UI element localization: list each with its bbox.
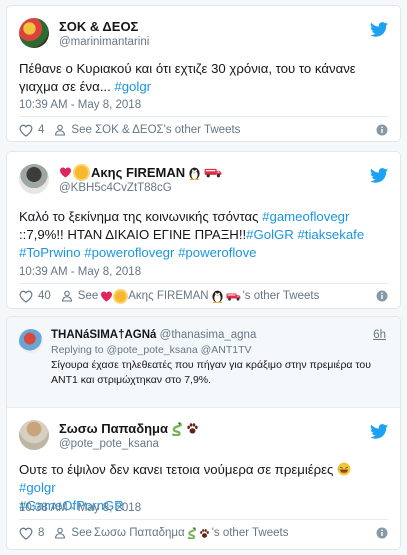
twitter-bird-icon[interactable] bbox=[370, 424, 388, 439]
avatar[interactable] bbox=[19, 420, 49, 450]
tweet-body: Πέθανε ο Κυριακού και ότι εχτιζε 30 χρόν… bbox=[19, 61, 356, 94]
hashtag-link[interactable]: #gameoflovegr bbox=[262, 209, 349, 224]
twitter-bird-icon[interactable] bbox=[370, 22, 388, 37]
twitter-bird-icon[interactable] bbox=[370, 168, 388, 183]
hashtag-link[interactable]: #golgr bbox=[19, 480, 56, 495]
tweet-timestamp[interactable]: 10:39 AM - May 8, 2018 bbox=[19, 99, 141, 111]
tweet-card[interactable]: ΣΟΚ & ΔΕΟΣ @marinimantarini Πέθανε ο Κυρ… bbox=[6, 5, 401, 142]
fire-truck-emoji-icon bbox=[226, 291, 241, 302]
replying-to[interactable]: Replying to @pote_pote_ksana @ANT1TV bbox=[51, 344, 252, 356]
red-heart-emoji-icon bbox=[100, 291, 113, 302]
heart-icon[interactable] bbox=[19, 290, 33, 303]
reply-time[interactable]: 6h bbox=[373, 329, 386, 341]
tweet-actions: 40 See Ακης FIREMAN 's other Tweets bbox=[19, 288, 388, 304]
like-count[interactable]: 4 bbox=[38, 124, 44, 136]
info-icon[interactable] bbox=[376, 124, 388, 136]
penguin-emoji-icon bbox=[188, 166, 201, 180]
tweet-header: Σωσω Παπαδημα @pote_pote_ksana bbox=[19, 420, 388, 454]
snake-emoji-icon bbox=[171, 422, 183, 436]
author-name-text[interactable]: Ακης FIREMAN bbox=[91, 165, 185, 180]
like-count[interactable]: 40 bbox=[38, 290, 51, 302]
avatar[interactable] bbox=[19, 18, 49, 48]
like-count[interactable]: 8 bbox=[38, 527, 44, 539]
tweet-timestamp[interactable]: 10:39 AM - May 8, 2018 bbox=[19, 266, 141, 278]
fire-truck-emoji-icon bbox=[204, 167, 222, 178]
tweet-card[interactable]: Ακης FIREMAN @KBH5c4CvZtT88cG Καλό το ξε… bbox=[6, 151, 401, 309]
author-handle[interactable]: @marinimantarini bbox=[59, 36, 149, 48]
author-name[interactable]: ΣΟΚ & ΔΕΟΣ bbox=[59, 19, 138, 34]
see-other-tweets-link[interactable]: See Σωσω Παπαδημα 's other Tweets bbox=[71, 527, 288, 539]
sun-emoji-icon bbox=[75, 166, 88, 179]
author-name[interactable]: Σωσω Παπαδημα bbox=[59, 421, 199, 436]
tweet-card[interactable]: THANáSIMA†AGNá @thanasima_agna 6h Replyi… bbox=[6, 316, 401, 550]
heart-icon[interactable] bbox=[19, 527, 33, 540]
see-other-tweets-link[interactable]: See ΣΟΚ & ΔΕΟΣ's other Tweets bbox=[71, 124, 240, 136]
reply-author[interactable]: THANáSIMA†AGNá @thanasima_agna bbox=[51, 329, 256, 341]
rolling-laughing-emoji-icon bbox=[337, 462, 351, 476]
author-name-text[interactable]: Σωσω Παπαδημα bbox=[59, 421, 168, 436]
paw-prints-emoji-icon bbox=[186, 422, 199, 435]
avatar[interactable] bbox=[19, 329, 43, 353]
reply-context[interactable]: THANáSIMA†AGNá @thanasima_agna 6h Replyi… bbox=[7, 317, 400, 408]
reply-text: Σίγουρα έχασε τηλεθεατές που πήγαν για κ… bbox=[51, 359, 371, 386]
reply-author-handle: @thanasima_agna bbox=[159, 329, 257, 341]
divider bbox=[19, 116, 388, 117]
hashtag-link[interactable]: #golgr bbox=[114, 79, 151, 94]
reply-author-name: THANáSIMA†AGNá bbox=[51, 329, 157, 341]
red-heart-emoji-icon bbox=[59, 167, 72, 178]
person-icon[interactable] bbox=[61, 290, 73, 302]
tweet-header: Ακης FIREMAN @KBH5c4CvZtT88cG bbox=[19, 164, 388, 198]
tweet-body: ::7,9%!! ΗΤΑΝ ΔΙΚΑΙΟ ΕΓΙΝΕ ΠΡΑΞΗ!! bbox=[19, 227, 247, 242]
author-name[interactable]: Ακης FIREMAN bbox=[59, 165, 222, 180]
sun-emoji-icon bbox=[115, 290, 127, 302]
tweet-text: Καλό το ξεκίνημα της κοινωνικής τσόντας … bbox=[19, 208, 388, 262]
see-other-tweets-link[interactable]: See Ακης FIREMAN 's other Tweets bbox=[78, 289, 319, 303]
snake-emoji-icon bbox=[187, 527, 197, 539]
tweet-text: Πέθανε ο Κυριακού και ότι εχτιζε 30 χρόν… bbox=[19, 60, 388, 96]
tweet-timestamp[interactable]: 10:38 AM - May 8, 2018 bbox=[19, 502, 141, 514]
author-handle[interactable]: @pote_pote_ksana bbox=[59, 438, 159, 450]
divider bbox=[19, 283, 388, 284]
tweet-body: Καλό το ξεκίνημα της κοινωνικής τσόντας bbox=[19, 209, 263, 224]
avatar[interactable] bbox=[19, 164, 49, 194]
author-name-text[interactable]: ΣΟΚ & ΔΕΟΣ bbox=[59, 19, 138, 34]
paw-prints-emoji-icon bbox=[199, 528, 210, 539]
info-icon[interactable] bbox=[376, 290, 388, 302]
info-icon[interactable] bbox=[376, 527, 388, 539]
tweet-header: ΣΟΚ & ΔΕΟΣ @marinimantarini bbox=[19, 18, 388, 52]
author-handle[interactable]: @KBH5c4CvZtT88cG bbox=[59, 182, 172, 194]
heart-icon[interactable] bbox=[19, 124, 33, 137]
tweet-actions: 4 See ΣΟΚ & ΔΕΟΣ's other Tweets bbox=[19, 122, 388, 138]
tweet-body: Ουτε το έψιλον δεν κανει τετοια νούμερα … bbox=[19, 462, 338, 477]
person-icon[interactable] bbox=[54, 527, 66, 539]
divider bbox=[19, 519, 388, 520]
person-icon[interactable] bbox=[54, 124, 66, 136]
tweet-actions: 8 See Σωσω Παπαδημα 's other Tweets bbox=[19, 525, 388, 541]
penguin-emoji-icon bbox=[211, 289, 224, 303]
